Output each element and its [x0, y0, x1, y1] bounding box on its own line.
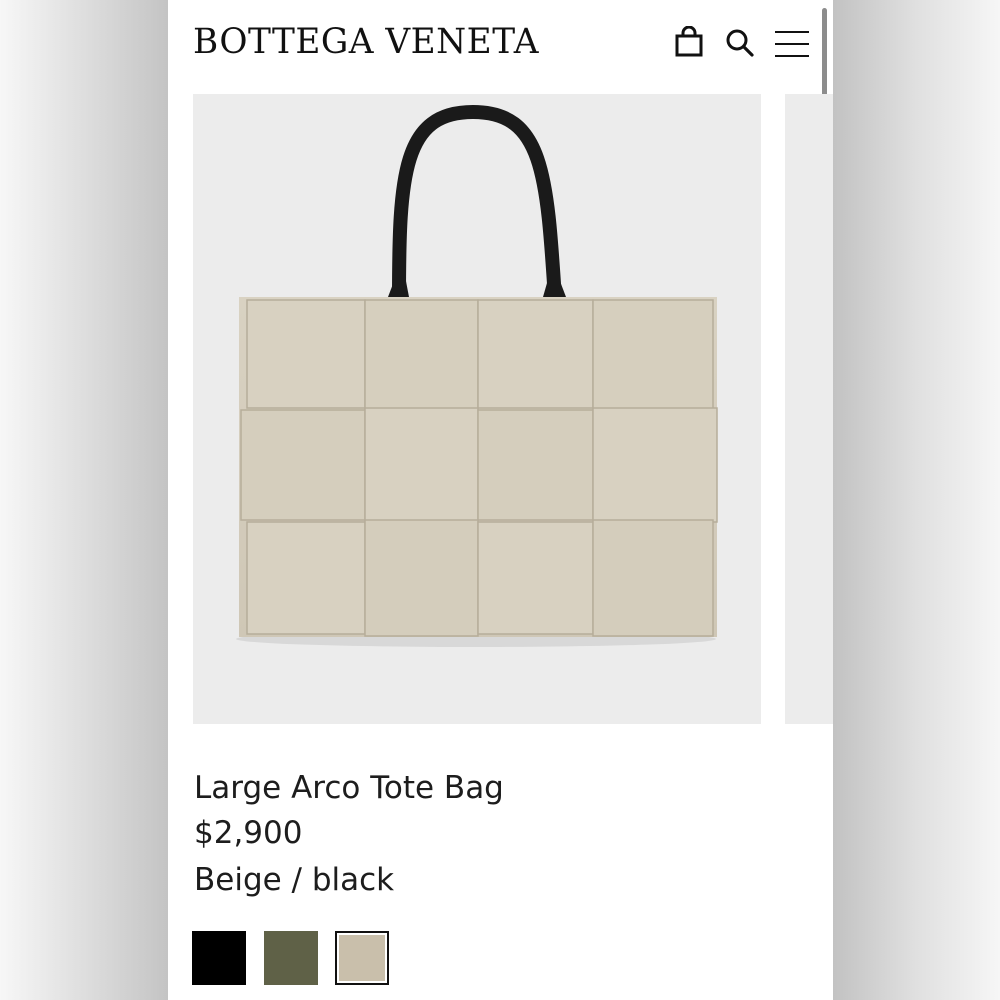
background-blur-right — [833, 0, 1000, 1000]
color-swatch-beige-selected[interactable] — [335, 931, 389, 985]
background-blur-left — [0, 0, 168, 1000]
next-product-image[interactable] — [785, 94, 833, 724]
shopping-bag-icon[interactable] — [674, 25, 704, 58]
menu-icon[interactable] — [774, 29, 810, 59]
product-page: BOTTEGA VENETA Large Arco Tote Bag $2,90… — [168, 0, 833, 1000]
product-price: $2,900 — [194, 815, 303, 851]
color-swatch-black[interactable] — [192, 931, 246, 985]
bag-image — [236, 104, 718, 647]
product-color: Beige / black — [194, 862, 395, 898]
search-icon[interactable] — [725, 28, 755, 58]
product-image[interactable] — [193, 94, 761, 724]
color-swatch-olive[interactable] — [264, 931, 318, 985]
brand-logo[interactable]: BOTTEGA VENETA — [193, 22, 539, 62]
swatch-fill — [339, 935, 385, 981]
product-title: Large Arco Tote Bag — [194, 770, 504, 806]
